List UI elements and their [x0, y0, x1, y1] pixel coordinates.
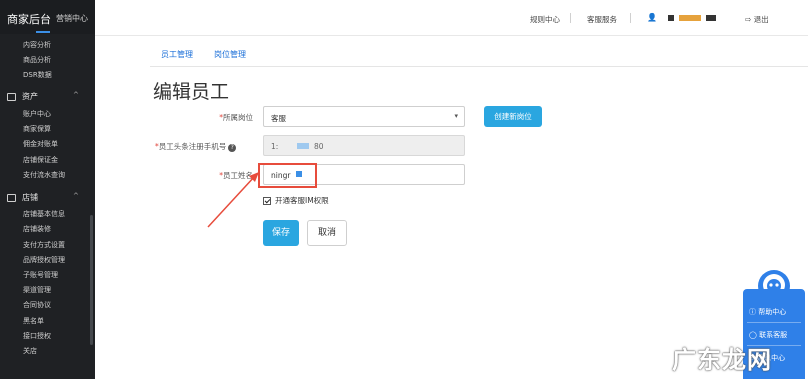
sidebar-item-decoration[interactable]: 店铺装修 — [23, 224, 51, 234]
top-bar: 规则中心 客服服务 👤 ⇨ 退出 — [95, 0, 808, 36]
tab-divider — [150, 66, 808, 67]
save-button[interactable]: 保存 — [263, 220, 299, 246]
phone-prefix: 1: — [271, 142, 279, 151]
wallet-icon — [7, 92, 16, 101]
customer-service-link[interactable]: 客服服务 — [587, 14, 617, 25]
sidebar-item-payment-methods[interactable]: 支付方式设置 — [23, 240, 65, 250]
sidebar-group-label: 资产 — [22, 92, 38, 101]
user-icon[interactable]: 👤 — [647, 13, 657, 22]
logout-icon: ⇨ — [745, 15, 752, 24]
sidebar-item-api-auth[interactable]: 接口授权 — [23, 331, 51, 341]
brand-title[interactable]: 商家后台 — [7, 11, 51, 27]
sidebar: 商家后台 营销中心 内容分析 商品分析 DSR数据 资产 ^ 账户中心 商家保算… — [0, 0, 95, 379]
brand-underline — [36, 31, 50, 33]
sidebar-item-deposit[interactable]: 店铺保证金 — [23, 155, 58, 165]
sidebar-group-assets[interactable]: 资产 — [7, 91, 38, 102]
im-permission-checkbox[interactable]: 开通客服IM权限 — [263, 195, 329, 206]
headset-icon: ◯ — [749, 331, 757, 339]
question-icon: ⓘ — [749, 308, 756, 316]
divider — [570, 13, 571, 23]
chevron-down-icon: ▾ — [454, 112, 458, 120]
sidebar-item-close-store[interactable]: 关店 — [23, 346, 37, 356]
sidebar-item-channels[interactable]: 渠道管理 — [23, 285, 51, 295]
phone-suffix: 80 — [314, 142, 324, 151]
contact-service-item[interactable]: ◯ 联系客服 — [749, 330, 787, 340]
chevron-up-icon[interactable]: ^ — [73, 91, 79, 99]
sidebar-group-label: 店铺 — [22, 193, 38, 202]
phone-label: *员工头条注册手机号? — [155, 141, 263, 152]
cancel-button[interactable]: 取消 — [307, 220, 347, 246]
tab-employee-management[interactable]: 员工管理 — [161, 49, 193, 60]
username-redacted[interactable] — [668, 15, 716, 21]
divider — [630, 13, 631, 23]
sidebar-item-dsr[interactable]: DSR数据 — [23, 70, 52, 80]
sidebar-item-payment-flow[interactable]: 支付流水查询 — [23, 170, 65, 180]
sidebar-item-product-analysis[interactable]: 商品分析 — [23, 55, 51, 65]
sidebar-item-sub-accounts[interactable]: 子账号管理 — [23, 270, 58, 280]
watermark: 广东龙网 — [672, 346, 772, 374]
highlight-box — [258, 163, 317, 188]
phone-field: 1: 80 — [263, 135, 465, 156]
main-content: 员工管理 岗位管理 编辑员工 *所属岗位 客服 ▾ 创建新岗位 *员工头条注册手… — [95, 37, 808, 379]
sidebar-item-contracts[interactable]: 合同协议 — [23, 300, 51, 310]
checkbox-checked-icon[interactable] — [263, 196, 271, 205]
chevron-up-icon[interactable]: ^ — [73, 192, 79, 200]
sidebar-item-blacklist[interactable]: 黑名单 — [23, 316, 44, 326]
help-center-item[interactable]: ⓘ 帮助中心 — [749, 307, 786, 317]
sidebar-item-store-info[interactable]: 店铺基本信息 — [23, 209, 65, 219]
logout-link[interactable]: ⇨ 退出 — [745, 14, 769, 25]
tab-position-management[interactable]: 岗位管理 — [214, 49, 246, 60]
sidebar-item-brand-auth[interactable]: 品牌授权管理 — [23, 255, 65, 265]
create-position-button[interactable]: 创建新岗位 — [484, 106, 542, 127]
divider — [747, 322, 801, 323]
position-label: *所属岗位 — [219, 113, 253, 122]
sidebar-group-store[interactable]: 店铺 — [7, 192, 38, 203]
sidebar-item-commission[interactable]: 佣金对账单 — [23, 139, 58, 149]
position-select[interactable]: 客服 ▾ — [263, 106, 465, 127]
brand-bar: 商家后台 营销中心 — [0, 0, 95, 34]
store-icon — [7, 193, 16, 202]
sidebar-scrollbar[interactable] — [90, 215, 93, 345]
brand-subtitle[interactable]: 营销中心 — [56, 13, 88, 24]
rules-center-link[interactable]: 规则中心 — [530, 14, 560, 25]
sidebar-item-content-analysis[interactable]: 内容分析 — [23, 40, 51, 50]
position-select-value: 客服 — [271, 114, 286, 123]
im-permission-label: 开通客服IM权限 — [275, 196, 329, 205]
help-icon[interactable]: ? — [228, 144, 237, 152]
page-title: 编辑员工 — [153, 81, 230, 103]
redaction-mask — [297, 143, 309, 149]
name-label: *员工姓名 — [219, 171, 253, 180]
logout-label: 退出 — [753, 15, 769, 24]
sidebar-item-settlement[interactable]: 商家保算 — [23, 124, 51, 134]
sidebar-item-account[interactable]: 账户中心 — [23, 109, 51, 119]
